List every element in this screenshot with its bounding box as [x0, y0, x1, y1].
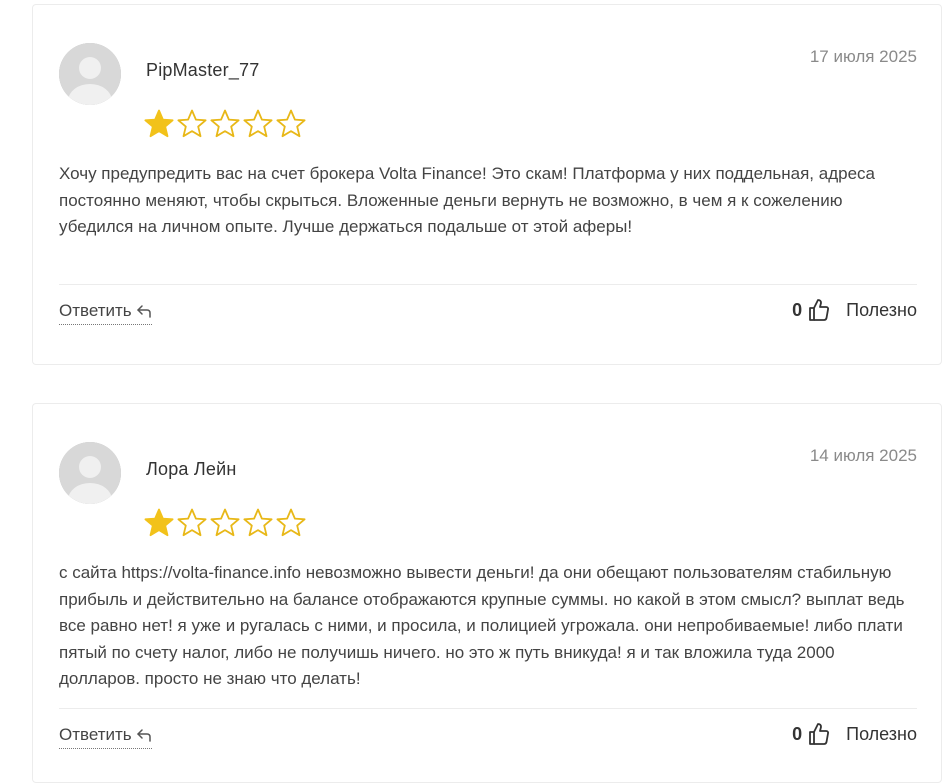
star-filled-icon	[144, 109, 174, 138]
star-outline-icon	[177, 109, 207, 138]
reply-button[interactable]: Ответить	[59, 725, 152, 749]
user-avatar-icon	[59, 43, 121, 105]
avatar	[59, 442, 121, 504]
reply-button[interactable]: Ответить	[59, 301, 152, 325]
user-avatar-icon	[59, 442, 121, 504]
review-text: Хочу предупредить вас на счет брокера Vo…	[59, 164, 875, 236]
star-outline-icon	[276, 508, 306, 537]
thumbs-up-icon[interactable]	[808, 298, 830, 322]
helpful-button[interactable]: Полезно	[846, 300, 917, 321]
avatar	[59, 43, 121, 105]
helpful-count: 0	[792, 723, 803, 744]
helpful-count: 0	[792, 299, 803, 320]
review-author: PipMaster_77	[146, 60, 260, 80]
reply-arrow-icon	[136, 729, 151, 742]
reply-arrow-icon	[136, 305, 151, 318]
star-outline-icon	[210, 109, 240, 138]
helpful-button[interactable]: Полезно	[846, 724, 917, 745]
review-text: с сайта https://volta-finance.info невоз…	[59, 563, 905, 688]
thumbs-up-icon[interactable]	[808, 722, 830, 746]
star-rating	[143, 507, 307, 539]
review-date: 17 июля 2025	[809, 47, 917, 66]
review-card: PipMaster_77 17 июля 2025 Хочу предупред…	[32, 4, 942, 365]
review-date: 14 июля 2025	[809, 446, 917, 465]
star-filled-icon	[144, 508, 174, 537]
star-rating	[143, 108, 307, 140]
reply-label: Ответить	[59, 301, 132, 320]
review-card: Лора Лейн 14 июля 2025 с сайта https://v…	[32, 403, 942, 783]
star-outline-icon	[210, 508, 240, 537]
divider	[59, 284, 917, 285]
star-outline-icon	[243, 508, 273, 537]
star-outline-icon	[276, 109, 306, 138]
reply-label: Ответить	[59, 725, 132, 744]
helpful-section: 0 Полезно	[792, 722, 917, 746]
star-outline-icon	[243, 109, 273, 138]
divider	[59, 708, 917, 709]
star-outline-icon	[177, 508, 207, 537]
helpful-section: 0 Полезно	[792, 298, 917, 322]
review-author: Лора Лейн	[146, 459, 237, 479]
